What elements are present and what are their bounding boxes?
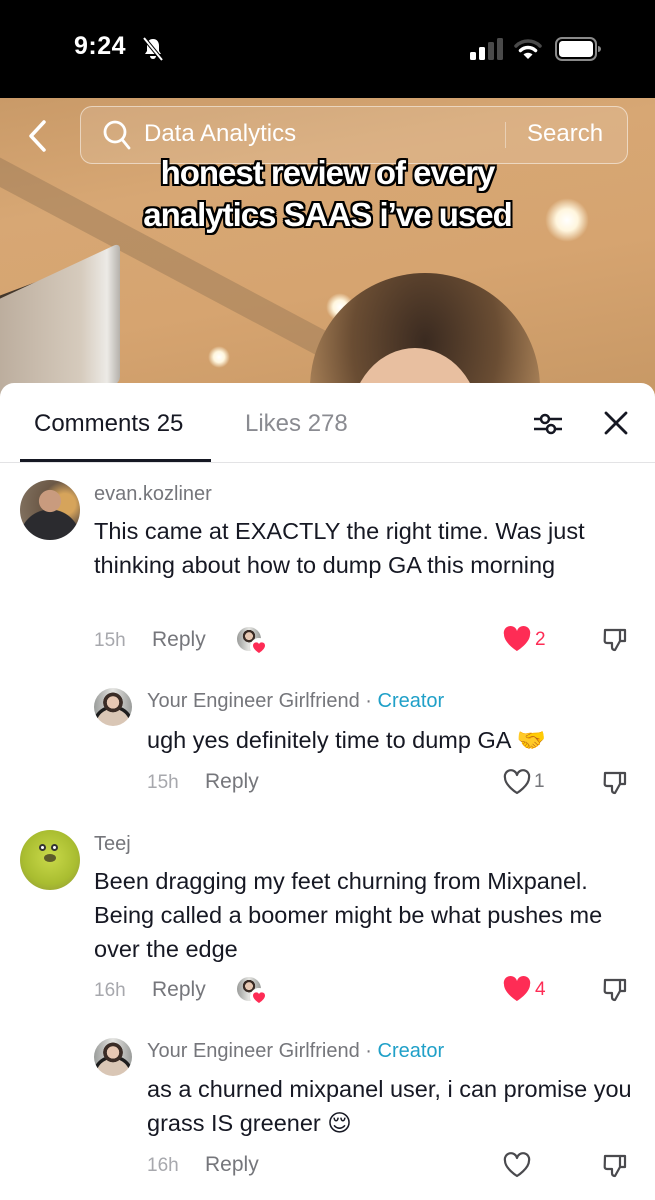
- avatar[interactable]: [20, 480, 80, 540]
- tab-divider: [0, 462, 655, 463]
- caption-line: analytics SAAS i’ve used: [143, 196, 513, 233]
- comment-username[interactable]: evan.kozliner: [94, 483, 212, 506]
- comment-username[interactable]: Teej: [94, 833, 131, 856]
- status-bar: 9:24: [0, 0, 655, 98]
- ceiling-light: [208, 346, 230, 368]
- video-caption: honest review of every analytics SAAS i’…: [0, 152, 655, 236]
- reply-time: 16h: [147, 1155, 179, 1176]
- search-input[interactable]: Data Analytics: [144, 120, 296, 148]
- heart-icon: [250, 638, 268, 656]
- comment-time: 15h: [94, 630, 126, 651]
- thumbs-down-icon[interactable]: [602, 976, 628, 1004]
- heart-icon: [250, 988, 268, 1006]
- separator-dot: ·: [365, 1040, 372, 1062]
- back-arrow-icon[interactable]: [24, 118, 52, 154]
- creator-liked-badge: [237, 977, 268, 1006]
- comment-text: Been dragging my feet churning from Mixp…: [94, 868, 603, 962]
- search-button[interactable]: Search: [527, 120, 603, 148]
- wifi-icon: [514, 39, 542, 59]
- separator-dot: ·: [365, 690, 372, 712]
- search-icon: [103, 120, 131, 150]
- monitor: [0, 242, 120, 398]
- battery-icon: [555, 37, 601, 61]
- reply-username[interactable]: Your Engineer Girlfriend: [147, 690, 360, 712]
- reply-text: ugh yes definitely time to dump GA 🤝: [147, 727, 546, 753]
- avatar[interactable]: [20, 830, 80, 890]
- avatar[interactable]: [94, 688, 132, 726]
- avatar[interactable]: [94, 1038, 132, 1076]
- heart-filled-icon[interactable]: [502, 625, 532, 653]
- status-time: 9:24: [74, 32, 127, 60]
- thumbs-down-icon[interactable]: [602, 626, 628, 654]
- reply-time: 15h: [147, 772, 179, 793]
- comment-time: 16h: [94, 980, 126, 1001]
- filter-sliders-icon[interactable]: [532, 410, 564, 438]
- thumbs-down-icon[interactable]: [602, 769, 628, 797]
- avatar-detail: [51, 844, 58, 851]
- reply-text: as a churned mixpanel user, i can promis…: [147, 1076, 632, 1136]
- creator-liked-badge: [237, 627, 268, 656]
- avatar-detail: [44, 854, 56, 862]
- bell-slash-icon: [142, 36, 164, 62]
- caption-line: honest review of every: [160, 154, 496, 191]
- heart-outline-icon[interactable]: [502, 1151, 532, 1179]
- creator-badge: Creator: [377, 690, 445, 712]
- close-icon[interactable]: [603, 410, 629, 436]
- reply-username-line: Your Engineer Girlfriend · Creator: [147, 690, 444, 713]
- like-count: 4: [535, 979, 546, 1000]
- reply-button[interactable]: Reply: [152, 978, 206, 1002]
- creator-badge: Creator: [377, 1040, 445, 1062]
- avatar-detail: [39, 844, 46, 851]
- cellular-signal-icon: [470, 38, 503, 60]
- like-count: 1: [534, 771, 545, 792]
- search-divider: [505, 122, 506, 148]
- tab-likes[interactable]: Likes 278: [245, 410, 348, 438]
- reply-button[interactable]: Reply: [205, 770, 259, 794]
- reply-button[interactable]: Reply: [205, 1153, 259, 1177]
- like-count: 2: [535, 629, 546, 650]
- heart-outline-icon[interactable]: [502, 768, 532, 796]
- reply-button[interactable]: Reply: [152, 628, 206, 652]
- comment-text: This came at EXACTLY the right time. Was…: [94, 518, 585, 578]
- reply-username[interactable]: Your Engineer Girlfriend: [147, 1040, 360, 1062]
- tab-comments[interactable]: Comments 25: [34, 410, 183, 438]
- thumbs-down-icon[interactable]: [602, 1152, 628, 1180]
- heart-filled-icon[interactable]: [502, 975, 532, 1003]
- reply-username-line: Your Engineer Girlfriend · Creator: [147, 1040, 444, 1063]
